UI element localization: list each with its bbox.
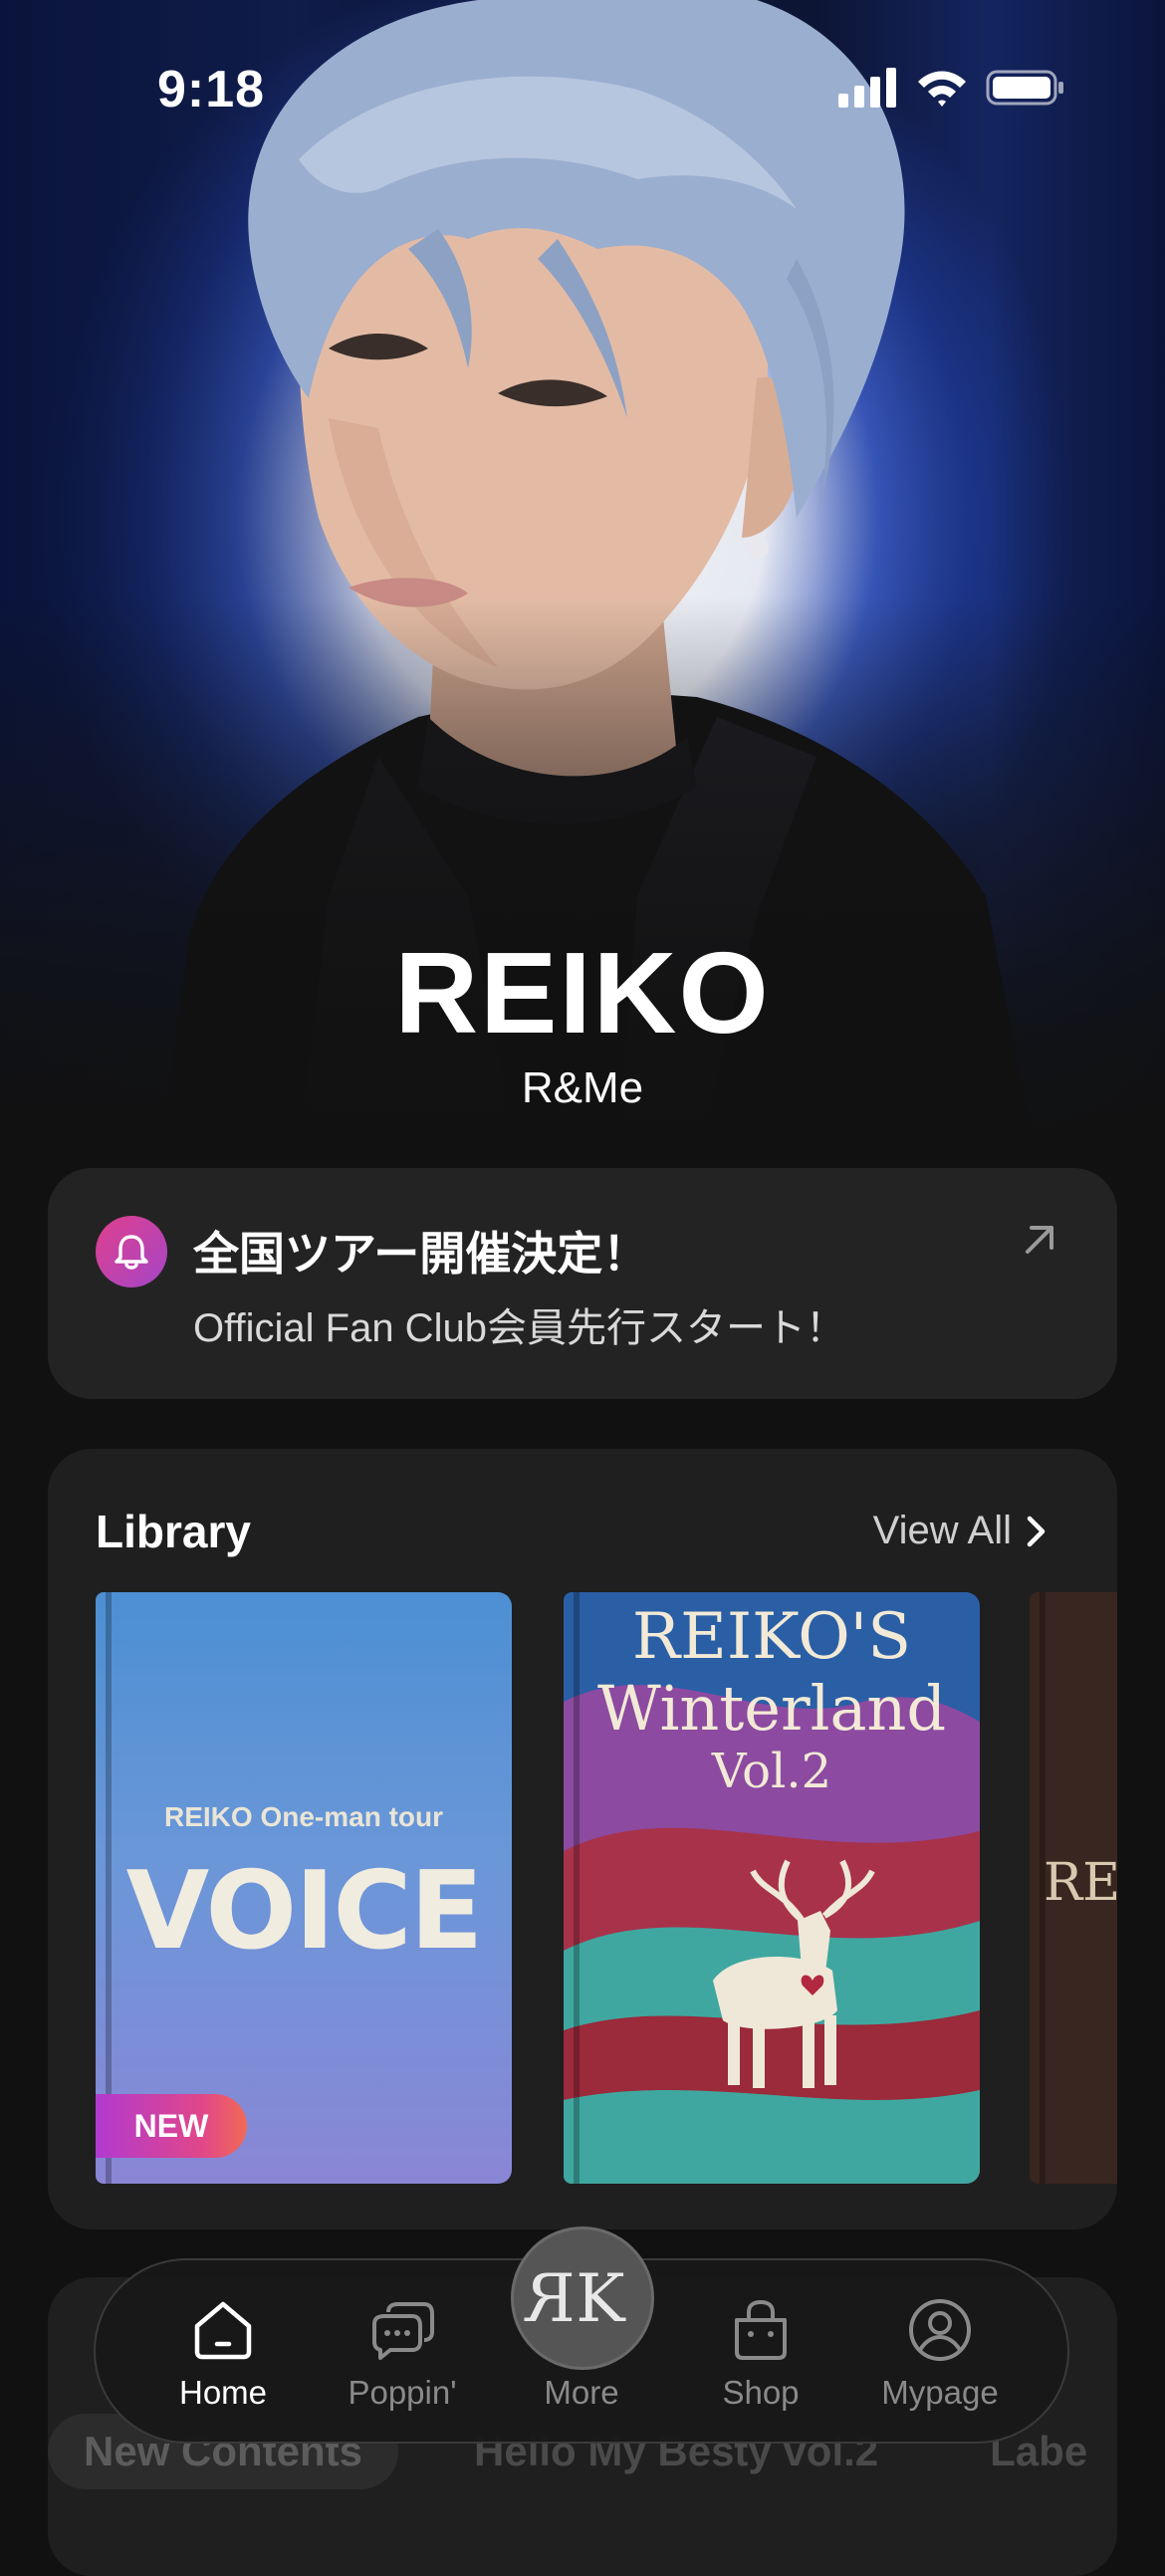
tab-more-label: More: [544, 2374, 619, 2411]
book-title: VOICE: [125, 1849, 484, 1974]
rk-logo-button[interactable]: RK: [511, 2226, 654, 2370]
tab-poppin-label: Poppin': [348, 2374, 457, 2411]
tab-shop-label: Shop: [722, 2374, 800, 2411]
book-subtitle: REIKO One-man tour: [163, 1801, 443, 1832]
announcement-card[interactable]: 全国ツアー開催決定！ Official Fan Club会員先行スタート！: [48, 1168, 1117, 1399]
tab-home-label: Home: [178, 2374, 268, 2411]
status-icons: [838, 68, 1065, 108]
tab-mypage-label: Mypage: [881, 2374, 999, 2411]
tab-home[interactable]: Home: [133, 2296, 313, 2412]
artist-name: REIKO: [394, 928, 771, 1057]
chat-bubbles-icon: [372, 2302, 434, 2360]
view-all-label: View All: [872, 1509, 1012, 1552]
book-title-line3: Vol.2: [711, 1744, 832, 1799]
rk-logo: RK: [544, 2259, 624, 2337]
user-icon: [909, 2299, 971, 2361]
status-bar: 9:18: [0, 0, 1165, 149]
battery-icon: [986, 70, 1063, 106]
bell-icon: [96, 1216, 167, 1288]
book-voice[interactable]: REIKO One-man tour VOICE NEW: [96, 1592, 512, 2184]
tab-poppin[interactable]: Poppin': [313, 2296, 492, 2412]
book-title-line1: REIKO'S: [631, 1600, 912, 1674]
artist-subtitle: R&Me: [521, 1063, 644, 1112]
library-title: Library: [96, 1506, 251, 1557]
tab-shop[interactable]: Shop: [671, 2296, 850, 2412]
new-badge: NEW: [96, 2094, 247, 2158]
status-time: 9:18: [157, 61, 266, 118]
chevron-right-icon: [1027, 1516, 1046, 1546]
book-title-line2: Winterland: [596, 1672, 947, 1745]
arrow-up-right-icon[interactable]: [1020, 1220, 1059, 1260]
wifi-icon: [918, 71, 966, 107]
home-icon: [194, 2301, 252, 2360]
announcement-title: 全国ツアー開催決定！: [193, 1228, 649, 1280]
tab-mypage[interactable]: Mypage: [850, 2296, 1030, 2412]
book-winterland[interactable]: REIKO'S Winterland Vol.2: [564, 1592, 980, 2184]
cellular-signal-icon: [838, 68, 896, 108]
view-all-link[interactable]: View All: [873, 1509, 1048, 1553]
announcement-body: Official Fan Club会員先行スタート！: [193, 1306, 845, 1350]
book-title: RE: [1044, 1853, 1117, 1913]
shopping-bag-icon: [735, 2299, 787, 2360]
book-partial[interactable]: RE: [1030, 1592, 1117, 2184]
library-section: Library View All REIKO One-man tour VOIC…: [48, 1449, 1117, 2229]
